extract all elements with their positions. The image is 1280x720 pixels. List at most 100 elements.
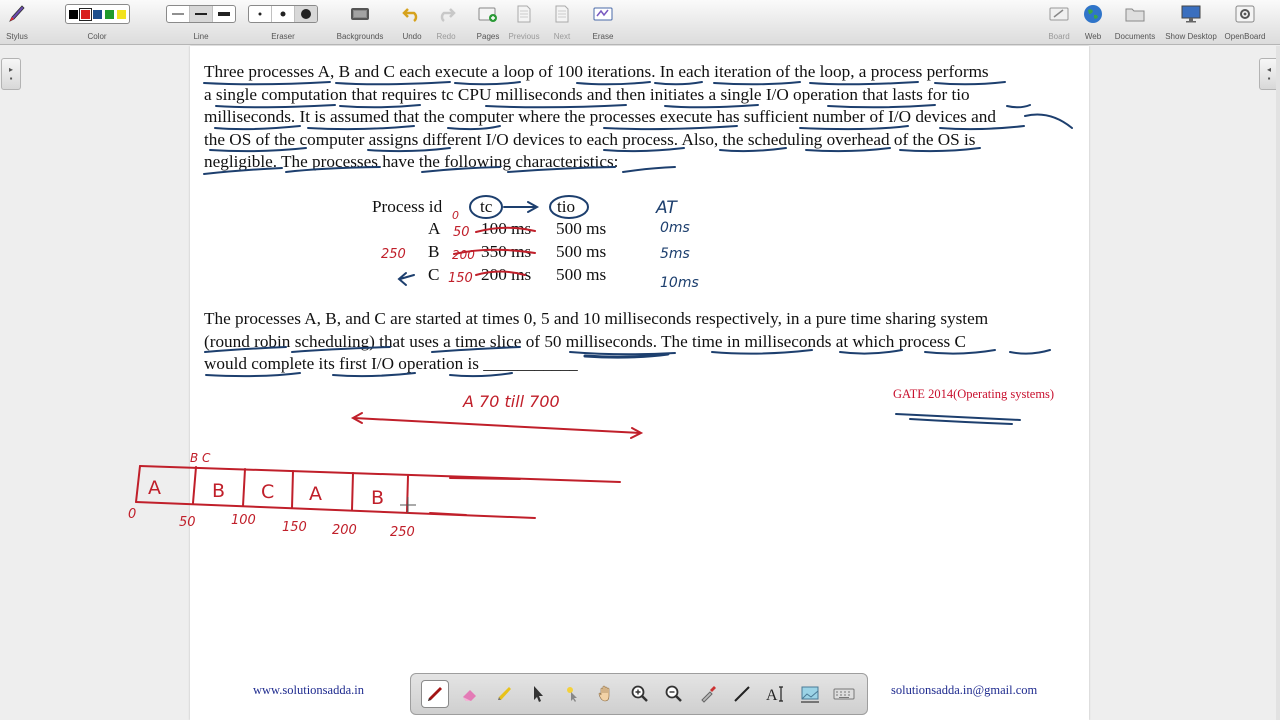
zoom-out-tool[interactable] <box>661 681 687 707</box>
color-swatch-blue[interactable] <box>92 9 102 19</box>
question-line: The processes A, B, and C are started at… <box>204 309 989 328</box>
next-button[interactable]: Next <box>550 3 574 41</box>
gantt-cell: A <box>148 477 161 499</box>
color-palette <box>64 4 130 24</box>
left-panel-arrow-icon: ▸ <box>8 65 13 74</box>
show-desktop-button[interactable]: Show Desktop <box>1162 3 1220 41</box>
keyboard-tool[interactable] <box>831 681 857 707</box>
web-button[interactable]: Web <box>1082 3 1104 41</box>
main-toolbar: Stylus Color Line Eraser Backgrounds Und… <box>0 0 1280 45</box>
pointer-icon <box>534 686 543 702</box>
question-paragraph-1: Three processes A, B and C each execute … <box>204 61 1084 174</box>
line-icon <box>734 686 750 702</box>
color-label: Color <box>87 32 107 41</box>
right-panel-marks-icon: ▪ <box>1267 74 1271 83</box>
next-page-icon <box>555 5 569 23</box>
text-tool[interactable]: A <box>763 681 789 707</box>
line-thin-button[interactable] <box>167 6 190 22</box>
highlighter-icon <box>498 687 511 700</box>
eraser-small-button[interactable] <box>249 6 272 22</box>
redo-button[interactable]: Redo <box>434 3 458 41</box>
capture-icon <box>801 686 819 703</box>
color-swatch-black[interactable] <box>68 9 78 19</box>
openboard-button[interactable]: OpenBoard <box>1222 3 1268 41</box>
laser-pointer-icon <box>567 687 577 702</box>
pointer-tool[interactable] <box>525 681 551 707</box>
eraser-medium-button[interactable] <box>272 6 295 22</box>
next-label: Next <box>553 32 571 41</box>
keyboard-icon <box>833 688 855 700</box>
hand-tool[interactable] <box>593 681 619 707</box>
highlighter-tool[interactable] <box>491 681 517 707</box>
previous-button[interactable]: Previous <box>506 3 542 41</box>
table-header-tio: tio <box>557 197 576 216</box>
web-label: Web <box>1084 32 1102 41</box>
line-thick-button[interactable] <box>213 6 235 22</box>
board-label: Board <box>1048 32 1070 41</box>
table-cell-tio: 500 ms <box>556 265 607 284</box>
stylus-label: Stylus <box>6 32 28 41</box>
add-page-icon <box>478 7 497 22</box>
left-panel-marks-icon: ▪ <box>9 74 13 83</box>
question-source: GATE 2014(Operating systems) <box>893 387 1055 401</box>
line-group: Line <box>166 3 236 41</box>
undo-button[interactable]: Undo <box>400 3 424 41</box>
erase-button[interactable]: Erase <box>590 3 616 41</box>
settings-icon <box>1235 5 1255 23</box>
eraser-label: Eraser <box>271 32 295 41</box>
color-swatch-red[interactable] <box>78 7 92 21</box>
right-panel-arrow-icon: ◂ <box>1266 65 1271 74</box>
line-label: Line <box>193 32 209 41</box>
backgrounds-label: Backgrounds <box>336 32 384 41</box>
eraser-tool[interactable] <box>457 681 483 707</box>
eraser-group: Eraser <box>248 3 318 41</box>
erase-board-icon <box>593 7 613 21</box>
globe-icon <box>1084 5 1102 23</box>
color-group: Color <box>40 3 154 41</box>
whiteboard-page[interactable]: Three processes A, B and C each execute … <box>190 46 1089 720</box>
line-medium-button[interactable] <box>190 6 213 22</box>
table-cell-tc: 200 ms <box>481 265 532 284</box>
board-button[interactable]: Board <box>1046 3 1072 41</box>
question-line: (round robin scheduling) that uses a tim… <box>204 331 966 351</box>
stylus-button[interactable]: Stylus <box>4 3 30 41</box>
footer-email[interactable]: solutionsadda.in@gmail.com <box>891 683 1037 698</box>
question-line: milliseconds. It is assumed that the com… <box>204 107 996 126</box>
eraser-large-button[interactable] <box>295 6 317 22</box>
pages-button[interactable]: Pages <box>474 3 502 41</box>
zoom-in-tool[interactable] <box>627 681 653 707</box>
color-swatch-green[interactable] <box>104 9 114 19</box>
capture-tool[interactable] <box>797 681 823 707</box>
pen-tool[interactable] <box>421 680 449 708</box>
left-panel-tab[interactable]: ▸ ▪ <box>1 58 21 90</box>
color-swatch-yellow[interactable] <box>116 9 126 19</box>
zoom-out-icon <box>665 685 682 702</box>
table-cell-tc: 350 ms <box>481 242 532 261</box>
question-paragraph-2: The processes A, B, and C are started at… <box>204 308 1084 376</box>
line-thin-icon <box>172 13 184 15</box>
footer-website[interactable]: www.solutionsadda.in <box>253 683 364 698</box>
hand-icon <box>598 685 610 702</box>
previous-page-icon <box>517 5 531 23</box>
openboard-label: OpenBoard <box>1224 32 1266 41</box>
line-tool[interactable] <box>729 681 755 707</box>
table-cell-tc: 100 ms <box>481 219 532 238</box>
pages-label: Pages <box>476 32 500 41</box>
question-line: the OS of the computer assigns different… <box>204 129 976 149</box>
pipette-tool[interactable] <box>695 681 721 707</box>
table-cell-tio: 500 ms <box>556 242 607 261</box>
monitor-icon <box>1181 5 1201 23</box>
line-medium-icon <box>195 13 207 15</box>
table-header-process-id: Process id <box>372 197 443 216</box>
show-desktop-label: Show Desktop <box>1165 32 1217 41</box>
pen-icon <box>428 687 442 701</box>
documents-button[interactable]: Documents <box>1112 3 1158 41</box>
text-icon: A <box>766 686 783 704</box>
laser-tool[interactable] <box>559 681 585 707</box>
svg-text:A: A <box>766 687 778 704</box>
undo-icon <box>402 8 418 22</box>
dot-small-icon <box>258 12 262 16</box>
table-cell-process: A <box>428 219 441 238</box>
question-line: would complete its first I/O operation i… <box>204 354 578 373</box>
backgrounds-button[interactable]: Backgrounds <box>334 3 386 41</box>
